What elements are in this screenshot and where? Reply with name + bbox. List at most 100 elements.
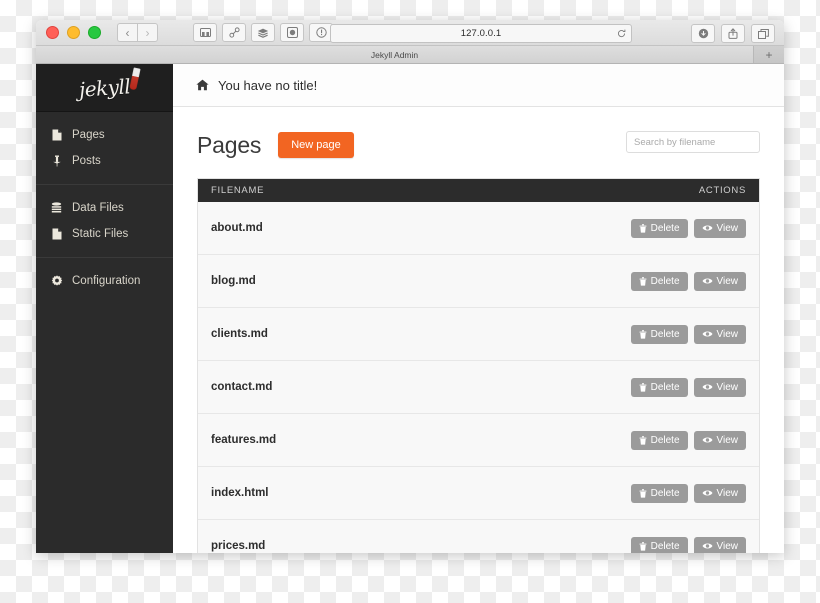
delete-button[interactable]: Delete: [630, 430, 688, 450]
app-body: jekyll Pages Posts Data Files Static Fil…: [36, 64, 784, 553]
new-page-button[interactable]: New page: [278, 132, 354, 158]
delete-button[interactable]: Delete: [630, 218, 688, 238]
delete-button[interactable]: Delete: [630, 271, 688, 291]
new-tab-button[interactable]: +: [754, 46, 784, 63]
filename-cell: features.md: [211, 434, 277, 446]
delete-button[interactable]: Delete: [630, 324, 688, 344]
page-title: Pages: [197, 131, 262, 158]
trash-icon: [639, 435, 646, 445]
database-icon: [50, 202, 63, 214]
delete-label: Delete: [650, 381, 680, 393]
page-subtitle: You have no title!: [218, 77, 318, 93]
delete-label: Delete: [650, 222, 680, 234]
navigation-buttons: ‹ ›: [117, 23, 158, 42]
jekyll-logo: jekyll: [78, 66, 141, 102]
back-button[interactable]: ‹: [117, 23, 137, 42]
filename-cell: about.md: [211, 222, 263, 234]
forward-button[interactable]: ›: [137, 23, 158, 42]
download-icon[interactable]: [691, 24, 715, 43]
layers-icon[interactable]: [251, 23, 275, 42]
tabs-icon[interactable]: [751, 24, 775, 43]
browser-toolbar: ‹ › 127.0.0.1: [36, 20, 784, 46]
table-row[interactable]: about.md Delete View: [198, 202, 759, 255]
minimize-button[interactable]: [67, 26, 80, 39]
table-row[interactable]: contact.md Delete View: [198, 361, 759, 414]
view-button[interactable]: View: [693, 430, 746, 450]
sidebar-icon[interactable]: [193, 23, 217, 42]
search-input[interactable]: [626, 131, 760, 153]
view-label: View: [716, 434, 739, 446]
logo-text: jekyll: [78, 73, 131, 102]
row-actions: Delete View: [630, 483, 746, 503]
row-actions: Delete View: [630, 271, 746, 291]
share-icon[interactable]: [721, 24, 745, 43]
sidebar-item-posts[interactable]: Posts: [36, 148, 173, 174]
reload-icon[interactable]: [617, 25, 626, 43]
trash-icon: [639, 488, 646, 498]
sidebar-item-label: Configuration: [72, 275, 141, 287]
sidebar-item-data-files[interactable]: Data Files: [36, 195, 173, 221]
sidebar-item-label: Posts: [72, 155, 101, 167]
table-row[interactable]: clients.md Delete View: [198, 308, 759, 361]
view-label: View: [716, 540, 739, 552]
view-button[interactable]: View: [693, 271, 746, 291]
view-button[interactable]: View: [693, 483, 746, 503]
page-topbar: You have no title!: [173, 64, 784, 107]
eye-icon: [702, 278, 712, 284]
row-actions: Delete View: [630, 324, 746, 344]
table-row[interactable]: prices.md Delete View: [198, 520, 759, 553]
delete-button[interactable]: Delete: [630, 377, 688, 397]
main-content: You have no title! Pages New page FILENA…: [173, 64, 784, 553]
table-row[interactable]: blog.md Delete View: [198, 255, 759, 308]
eye-icon: [702, 543, 712, 549]
delete-label: Delete: [650, 275, 680, 287]
view-button[interactable]: View: [693, 218, 746, 238]
address-bar[interactable]: 127.0.0.1: [330, 24, 632, 43]
browser-window: ‹ › 127.0.0.1 Jekyll Admin + jekyll Page…: [36, 20, 784, 553]
logo-area[interactable]: jekyll: [36, 64, 173, 112]
view-label: View: [716, 487, 739, 499]
row-actions: Delete View: [630, 430, 746, 450]
sidebar-group-settings: Configuration: [36, 257, 173, 304]
file-icon: [50, 129, 63, 141]
sidebar-item-static-files[interactable]: Static Files: [36, 221, 173, 247]
link-icon[interactable]: [222, 23, 246, 42]
view-label: View: [716, 328, 739, 340]
table-row[interactable]: features.md Delete View: [198, 414, 759, 467]
view-button[interactable]: View: [693, 377, 746, 397]
eye-icon: [702, 490, 712, 496]
tab-jekyll-admin[interactable]: Jekyll Admin: [36, 46, 754, 63]
gear-icon: [50, 275, 63, 287]
tab-strip: Jekyll Admin +: [36, 46, 784, 64]
toolbar-icon-group: [193, 23, 333, 42]
view-label: View: [716, 222, 739, 234]
view-label: View: [716, 275, 739, 287]
sidebar-group-files: Data Files Static Files: [36, 184, 173, 257]
filename-cell: index.html: [211, 487, 269, 499]
close-button[interactable]: [46, 26, 59, 39]
camera-icon[interactable]: [280, 23, 304, 42]
column-header-actions: ACTIONS: [698, 185, 746, 196]
eye-icon: [702, 384, 712, 390]
maximize-button[interactable]: [88, 26, 101, 39]
sidebar-item-label: Pages: [72, 129, 105, 141]
column-header-filename: FILENAME: [211, 185, 265, 196]
sidebar-item-pages[interactable]: Pages: [36, 122, 173, 148]
delete-label: Delete: [650, 434, 680, 446]
sidebar-item-configuration[interactable]: Configuration: [36, 268, 173, 294]
trash-icon: [639, 276, 646, 286]
view-button[interactable]: View: [693, 324, 746, 344]
pin-icon: [50, 155, 63, 167]
sidebar: jekyll Pages Posts Data Files Static Fil…: [36, 64, 173, 553]
table-header-row: FILENAME ACTIONS: [198, 179, 759, 202]
delete-button[interactable]: Delete: [630, 483, 688, 503]
view-button[interactable]: View: [693, 536, 746, 553]
url-text: 127.0.0.1: [460, 28, 502, 39]
trash-icon: [639, 223, 646, 233]
eye-icon: [702, 225, 712, 231]
delete-button[interactable]: Delete: [630, 536, 688, 553]
row-actions: Delete View: [630, 218, 746, 238]
row-actions: Delete View: [630, 377, 746, 397]
delete-label: Delete: [650, 328, 680, 340]
table-row[interactable]: index.html Delete View: [198, 467, 759, 520]
